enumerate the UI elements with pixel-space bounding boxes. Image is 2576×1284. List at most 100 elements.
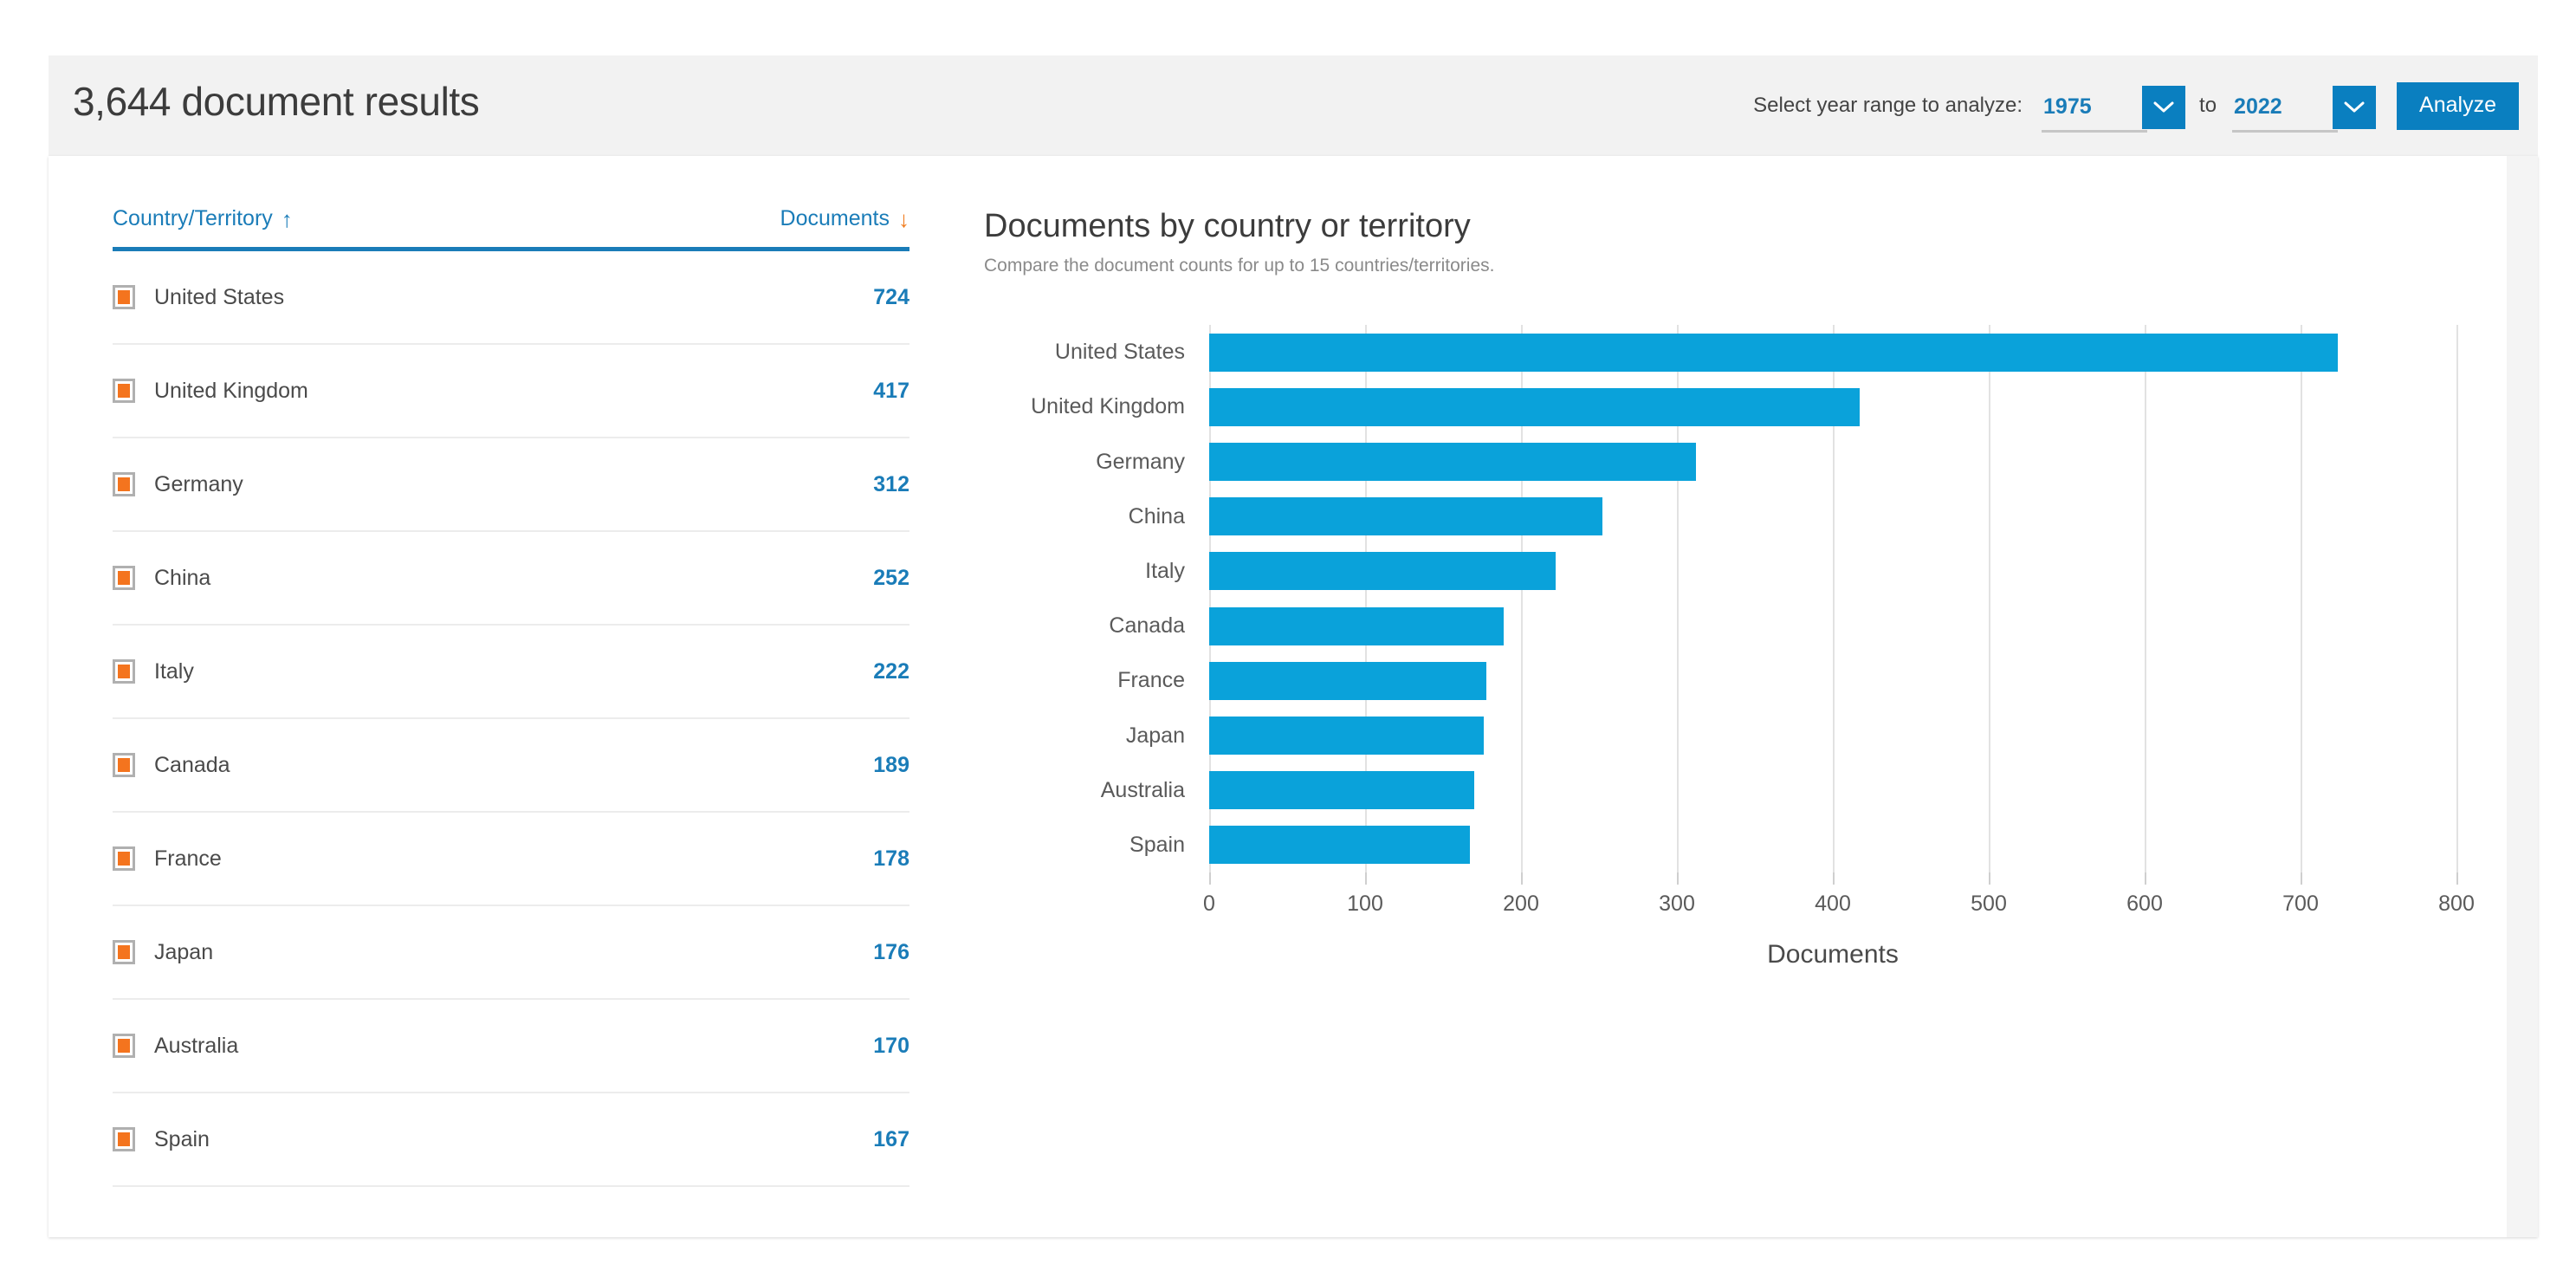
chart-tick-mark bbox=[1989, 872, 1990, 885]
chart-panel: Documents by country or territory Compar… bbox=[984, 208, 2508, 931]
chart-bar[interactable] bbox=[1209, 334, 2338, 372]
chart-bar[interactable] bbox=[1209, 497, 1602, 535]
country-checkbox[interactable] bbox=[113, 940, 135, 964]
chart-tick-label: 600 bbox=[2126, 892, 2163, 917]
chart-gridline bbox=[2456, 325, 2458, 872]
document-count[interactable]: 222 bbox=[873, 659, 909, 684]
document-count[interactable]: 724 bbox=[873, 285, 909, 310]
chart-category-label: Canada bbox=[984, 599, 1199, 653]
country-checkbox[interactable] bbox=[113, 753, 135, 777]
chart-bars bbox=[1209, 325, 2456, 872]
table-row-left: Spain bbox=[113, 1127, 210, 1152]
chart-tick-label: 300 bbox=[1659, 892, 1695, 917]
chart-bar[interactable] bbox=[1209, 388, 1860, 426]
chart-tick-label: 100 bbox=[1347, 892, 1383, 917]
chart-bar[interactable] bbox=[1209, 717, 1484, 755]
country-name: Japan bbox=[154, 940, 213, 965]
table-row[interactable]: Japan 176 bbox=[113, 906, 909, 1000]
chart-tick-mark bbox=[2456, 872, 2458, 885]
table-row[interactable]: Germany 312 bbox=[113, 438, 909, 532]
chart-category-label: France bbox=[984, 653, 1199, 708]
country-checkbox[interactable] bbox=[113, 566, 135, 590]
year-from-select[interactable]: 1975 bbox=[2042, 79, 2185, 133]
analyze-results-page: 3,644 document results Select year range… bbox=[0, 0, 2576, 1284]
analyze-button[interactable]: Analyze bbox=[2397, 82, 2519, 130]
chart-bar[interactable] bbox=[1209, 771, 1474, 809]
column-header-country-label: Country/Territory bbox=[113, 206, 273, 231]
country-name: France bbox=[154, 846, 222, 872]
table-row-left: United Kingdom bbox=[113, 379, 308, 404]
chart-bar-slot bbox=[1209, 599, 2456, 653]
country-checkbox[interactable] bbox=[113, 659, 135, 684]
table-row-left: Japan bbox=[113, 940, 213, 965]
document-count[interactable]: 189 bbox=[873, 753, 909, 778]
table-row-left: Italy bbox=[113, 659, 194, 684]
chart-bar[interactable] bbox=[1209, 443, 1696, 481]
chart-bar[interactable] bbox=[1209, 607, 1504, 645]
year-range-label: Select year range to analyze: bbox=[1753, 94, 2023, 118]
chart-bar[interactable] bbox=[1209, 826, 1470, 864]
chart-bar[interactable] bbox=[1209, 552, 1556, 590]
chart-category-label: China bbox=[984, 490, 1199, 544]
chart-category-label: Japan bbox=[984, 708, 1199, 762]
document-count[interactable]: 178 bbox=[873, 846, 909, 872]
document-count[interactable]: 170 bbox=[873, 1034, 909, 1059]
year-from-value[interactable]: 1975 bbox=[2042, 84, 2147, 133]
table-row[interactable]: Canada189 bbox=[113, 719, 909, 813]
chart-bar[interactable] bbox=[1209, 662, 1486, 700]
table-row[interactable]: United States 724 bbox=[113, 251, 909, 345]
country-name: Germany bbox=[154, 472, 243, 497]
chart-bar-slot bbox=[1209, 434, 2456, 489]
chart-tick-mark bbox=[1833, 872, 1835, 885]
chevron-down-icon[interactable] bbox=[2333, 86, 2376, 129]
country-checkbox[interactable] bbox=[113, 472, 135, 496]
country-checkbox[interactable] bbox=[113, 1127, 135, 1151]
table-row[interactable]: Spain 167 bbox=[113, 1093, 909, 1187]
table-row[interactable]: Italy 222 bbox=[113, 626, 909, 719]
chart-tick-mark bbox=[2301, 872, 2302, 885]
document-count[interactable]: 167 bbox=[873, 1127, 909, 1152]
chart-category-label: Germany bbox=[984, 434, 1199, 489]
chart-tick-mark bbox=[2145, 872, 2146, 885]
document-count[interactable]: 417 bbox=[873, 379, 909, 404]
country-checkbox[interactable] bbox=[113, 1034, 135, 1058]
chart-bar-slot bbox=[1209, 653, 2456, 708]
table-row-left: Germany bbox=[113, 472, 243, 497]
table-row[interactable]: China 252 bbox=[113, 532, 909, 626]
chart-tick-mark bbox=[1521, 872, 1523, 885]
chart-bar-slot bbox=[1209, 379, 2456, 434]
country-checkbox[interactable] bbox=[113, 846, 135, 871]
country-checkbox[interactable] bbox=[113, 285, 135, 309]
document-count[interactable]: 176 bbox=[873, 940, 909, 965]
table-row-left: France bbox=[113, 846, 222, 872]
results-card: Country/Territory ↑ Documents ↓ United S… bbox=[49, 156, 2538, 1237]
chart-category-label: Spain bbox=[984, 818, 1199, 872]
country-name: United Kingdom bbox=[154, 379, 308, 404]
country-name: United States bbox=[154, 285, 284, 310]
table-row[interactable]: United Kingdom 417 bbox=[113, 345, 909, 438]
chevron-down-icon[interactable] bbox=[2142, 86, 2185, 129]
results-header-bar: 3,644 document results Select year range… bbox=[49, 55, 2538, 156]
document-count[interactable]: 312 bbox=[873, 472, 909, 497]
table-row[interactable]: Australia170 bbox=[113, 1000, 909, 1093]
chart-bar-slot bbox=[1209, 544, 2456, 599]
country-name: Italy bbox=[154, 659, 194, 684]
table-body: United States 724 United Kingdom 417 Germany… bbox=[113, 251, 909, 1187]
column-header-country[interactable]: Country/Territory ↑ bbox=[113, 206, 293, 231]
table-row-left: United States bbox=[113, 285, 284, 310]
chart-tick-mark bbox=[1209, 872, 1211, 885]
table-row-left: China bbox=[113, 566, 210, 591]
chart-tick-label: 800 bbox=[2438, 892, 2475, 917]
vertical-scrollbar[interactable] bbox=[2507, 156, 2538, 1237]
year-range-controls: Select year range to analyze: 1975 to 20… bbox=[1753, 55, 2519, 156]
table-row[interactable]: France 178 bbox=[113, 813, 909, 906]
country-checkbox[interactable] bbox=[113, 379, 135, 403]
table-header-row: Country/Territory ↑ Documents ↓ bbox=[113, 206, 909, 251]
chart-category-label: United States bbox=[984, 325, 1199, 379]
year-to-value[interactable]: 2022 bbox=[2232, 84, 2338, 133]
column-header-documents[interactable]: Documents ↓ bbox=[780, 206, 909, 231]
document-count[interactable]: 252 bbox=[873, 566, 909, 591]
year-to-select[interactable]: 2022 bbox=[2232, 79, 2376, 133]
chart-plot-area bbox=[1209, 325, 2456, 872]
chart-tick-label: 500 bbox=[1971, 892, 2007, 917]
